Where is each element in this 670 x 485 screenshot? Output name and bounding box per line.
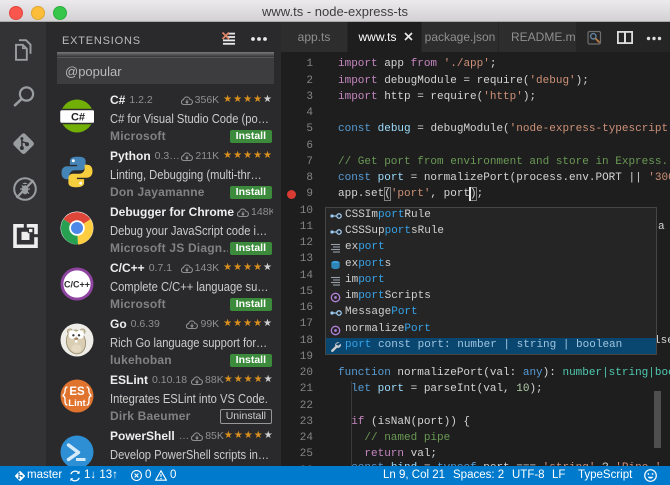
svg-text:C#: C# xyxy=(71,112,85,124)
svg-text:ES: ES xyxy=(69,386,85,398)
svg-text:Lint: Lint xyxy=(68,398,86,409)
svg-text:C/C++: C/C++ xyxy=(64,279,90,289)
